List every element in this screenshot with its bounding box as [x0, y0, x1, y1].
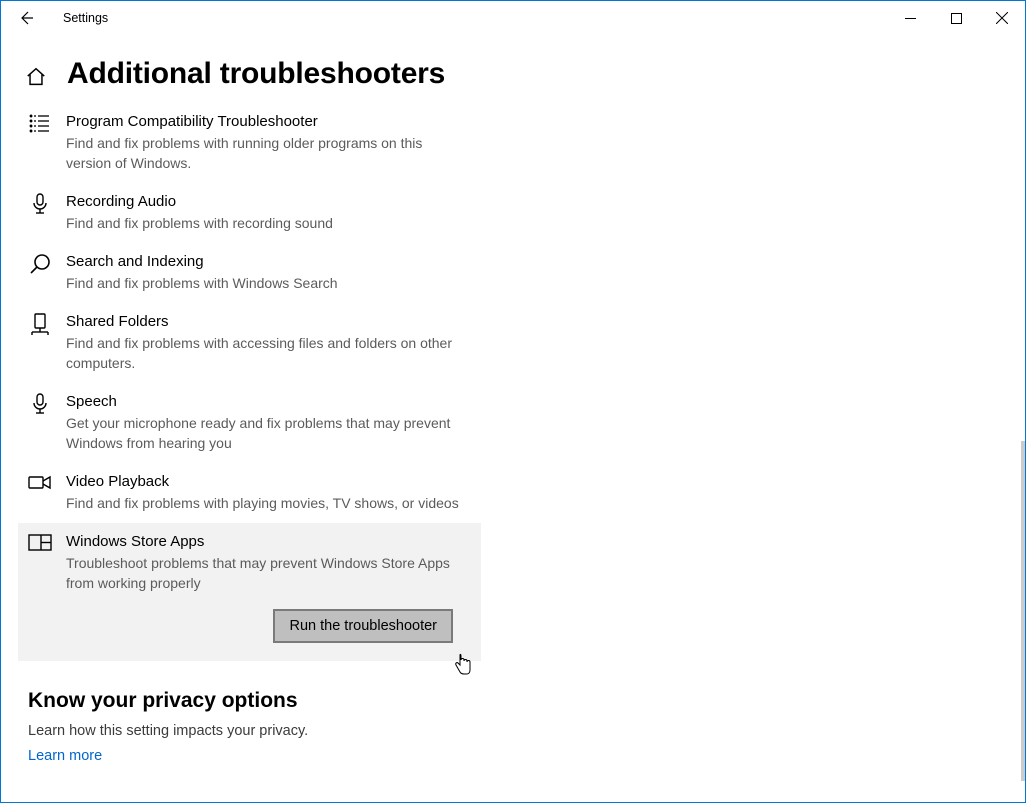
learn-more-link[interactable]: Learn more [28, 748, 102, 764]
page-title: Additional troubleshooters [67, 57, 445, 91]
window-controls [887, 2, 1025, 34]
app-grid-icon [28, 532, 52, 643]
list-icon [28, 112, 52, 173]
ts-title: Speech [66, 392, 471, 412]
privacy-section: Know your privacy options Learn how this… [1, 661, 1025, 765]
video-camera-icon [28, 472, 52, 513]
ts-item-store-apps[interactable]: Windows Store Apps Troubleshoot problems… [18, 523, 481, 661]
arrow-left-icon [17, 9, 35, 27]
run-troubleshooter-button[interactable]: Run the troubleshooter [273, 609, 453, 643]
ts-title: Recording Audio [66, 192, 333, 212]
ts-desc: Find and fix problems with playing movie… [66, 493, 459, 513]
ts-desc: Find and fix problems with Windows Searc… [66, 273, 338, 293]
ts-title: Program Compatibility Troubleshooter [66, 112, 471, 132]
page-header: Additional troubleshooters [1, 35, 1025, 103]
home-icon[interactable] [25, 66, 47, 88]
ts-desc: Find and fix problems with recording sou… [66, 213, 333, 233]
close-icon [996, 12, 1008, 24]
window-title: Settings [63, 11, 108, 25]
privacy-heading: Know your privacy options [28, 689, 1025, 713]
ts-title: Shared Folders [66, 312, 471, 332]
scrollbar[interactable] [1021, 441, 1025, 781]
back-button[interactable] [11, 3, 41, 33]
ts-item-speech[interactable]: Speech Get your microphone ready and fix… [18, 383, 481, 463]
maximize-button[interactable] [933, 2, 979, 34]
microphone-icon [28, 192, 52, 233]
ts-item-shared-folders[interactable]: Shared Folders Find and fix problems wit… [18, 303, 481, 383]
ts-desc: Find and fix problems with running older… [66, 133, 471, 173]
network-computer-icon [28, 312, 52, 373]
search-icon [28, 252, 52, 293]
troubleshooters-list: Program Compatibility Troubleshooter Fin… [1, 103, 481, 661]
maximize-icon [951, 13, 962, 24]
ts-title: Search and Indexing [66, 252, 338, 272]
ts-title: Windows Store Apps [66, 532, 471, 552]
minimize-button[interactable] [887, 2, 933, 34]
ts-desc: Get your microphone ready and fix proble… [66, 413, 471, 453]
minimize-icon [905, 13, 916, 24]
ts-item-program-compat[interactable]: Program Compatibility Troubleshooter Fin… [18, 103, 481, 183]
ts-item-video-playback[interactable]: Video Playback Find and fix problems wit… [18, 463, 481, 523]
ts-desc: Troubleshoot problems that may prevent W… [66, 553, 471, 593]
ts-item-recording-audio[interactable]: Recording Audio Find and fix problems wi… [18, 183, 481, 243]
microphone-icon [28, 392, 52, 453]
titlebar: Settings [1, 1, 1025, 35]
close-button[interactable] [979, 2, 1025, 34]
ts-desc: Find and fix problems with accessing fil… [66, 333, 471, 373]
privacy-desc: Learn how this setting impacts your priv… [28, 723, 1025, 739]
ts-item-search-indexing[interactable]: Search and Indexing Find and fix problem… [18, 243, 481, 303]
ts-title: Video Playback [66, 472, 459, 492]
